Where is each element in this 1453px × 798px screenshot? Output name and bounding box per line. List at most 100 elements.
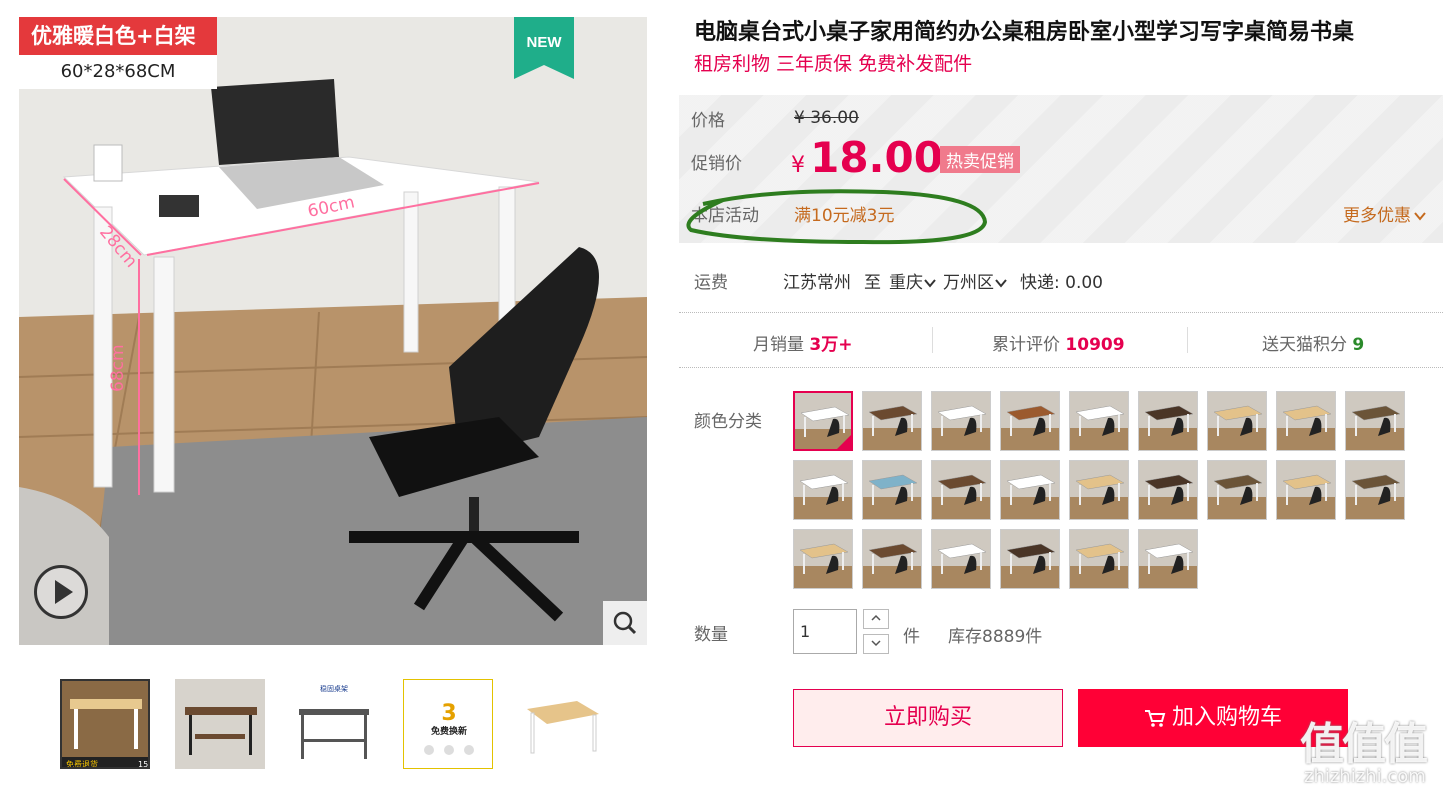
price-label: 价格 xyxy=(691,111,725,131)
watermark-logo: 值值值 xyxy=(1300,719,1428,770)
swatch-image xyxy=(932,461,990,519)
tmall-points: 送天猫积分 9 xyxy=(1262,330,1364,355)
monthly-sales-value: 3万+ xyxy=(809,335,853,355)
variant-size-tag: 60*28*68CM xyxy=(19,55,217,89)
check-icon xyxy=(837,435,851,449)
review-count-value: 10909 xyxy=(1065,335,1125,355)
thumbnail-1[interactable]: 免费退货 15 xyxy=(60,679,150,769)
color-swatch[interactable] xyxy=(1345,391,1405,451)
promo-price: ¥ 18.00 xyxy=(791,133,943,182)
shipping-to-word: 至 xyxy=(864,273,881,293)
color-swatch[interactable] xyxy=(1069,529,1129,589)
color-swatch[interactable] xyxy=(1345,460,1405,520)
color-swatch[interactable] xyxy=(862,529,922,589)
new-label: NEW xyxy=(527,34,563,51)
chevron-down-icon xyxy=(1414,212,1426,221)
cart-icon xyxy=(1144,710,1166,727)
color-swatch[interactable] xyxy=(931,460,991,520)
divider xyxy=(932,327,933,353)
color-swatch[interactable] xyxy=(862,391,922,451)
swatch-image xyxy=(863,530,921,588)
tmall-points-label: 送天猫积分 xyxy=(1262,335,1347,355)
thumbnail-strip: 免费退货 15 稳固桌架 3 免费换新 xyxy=(60,679,620,771)
quantity-decrease-button[interactable] xyxy=(863,634,889,654)
promo-price-label: 促销价 xyxy=(691,154,742,174)
swatch-image xyxy=(1001,461,1059,519)
color-swatch[interactable] xyxy=(1276,391,1336,451)
thumbnail-5-image xyxy=(517,679,607,769)
buy-now-button[interactable]: 立即购买 xyxy=(793,689,1063,747)
color-swatch[interactable] xyxy=(862,460,922,520)
color-swatch[interactable] xyxy=(1138,460,1198,520)
hot-sale-badge: 热卖促销 xyxy=(940,146,1020,173)
magnifier-icon xyxy=(613,611,637,635)
swatch-image xyxy=(794,461,852,519)
thumbnail-3-caption: 稳固桌架 xyxy=(320,684,348,693)
color-swatch[interactable] xyxy=(1000,460,1060,520)
color-swatch[interactable] xyxy=(931,391,991,451)
province-select[interactable]: 重庆 xyxy=(889,268,937,293)
original-price: ¥ 36.00 xyxy=(794,108,859,128)
swatch-image xyxy=(932,530,990,588)
quantity-increase-button[interactable] xyxy=(863,609,889,629)
review-count-link[interactable]: 累计评价 10909 xyxy=(992,330,1125,355)
swatch-image xyxy=(863,392,921,450)
chevron-down-icon xyxy=(995,279,1007,288)
quantity-label: 数量 xyxy=(694,625,728,645)
color-swatch[interactable] xyxy=(793,460,853,520)
swatch-image xyxy=(1139,530,1197,588)
quantity-input[interactable] xyxy=(793,609,857,654)
color-swatch[interactable] xyxy=(793,529,853,589)
monthly-sales: 月销量 3万+ xyxy=(753,330,852,355)
product-photo xyxy=(19,17,647,645)
color-swatch[interactable] xyxy=(1207,391,1267,451)
zoom-button[interactable] xyxy=(603,601,647,645)
swatch-image xyxy=(1139,392,1197,450)
thumbnail-4-image: 3 免费换新 xyxy=(404,680,492,768)
express-fee: 快递: 0.00 xyxy=(1020,273,1103,293)
color-swatch[interactable] xyxy=(1000,391,1060,451)
swatch-image xyxy=(1346,461,1404,519)
thumbnail-2[interactable] xyxy=(175,679,265,769)
thumbnail-1-image: 免费退货 15 xyxy=(62,681,148,769)
color-swatch[interactable] xyxy=(1069,391,1129,451)
product-title: 电脑桌台式小桌子家用简约办公桌租房卧室小型学习写字桌简易书桌 xyxy=(694,20,1355,45)
main-product-image[interactable]: 优雅暖白色+白架 60*28*68CM NEW 28cm 60cm 68cm xyxy=(19,17,647,645)
district-select[interactable]: 万州区 xyxy=(943,268,1008,293)
color-swatch[interactable] xyxy=(1207,460,1267,520)
review-count-label: 累计评价 xyxy=(992,335,1060,355)
more-deals-label: 更多优惠 xyxy=(1343,206,1411,226)
color-swatch[interactable] xyxy=(1276,460,1336,520)
swatch-image xyxy=(1208,392,1266,450)
variant-color-tag: 优雅暖白色+白架 xyxy=(19,17,217,55)
new-ribbon: NEW xyxy=(514,17,574,79)
thumbnail-1-caption: 免费退货 xyxy=(66,759,98,769)
color-swatch[interactable] xyxy=(931,529,991,589)
thumbnail-5[interactable] xyxy=(517,679,607,769)
play-video-button[interactable] xyxy=(34,565,88,619)
color-swatch[interactable] xyxy=(1138,529,1198,589)
swatch-image xyxy=(863,461,921,519)
swatch-image xyxy=(1070,530,1128,588)
thumbnail-3[interactable]: 稳固桌架 xyxy=(289,679,379,769)
chevron-up-icon xyxy=(871,614,881,621)
swatch-image xyxy=(1001,392,1059,450)
color-swatch[interactable] xyxy=(1000,529,1060,589)
swatch-image xyxy=(1277,392,1335,450)
district-label: 万州区 xyxy=(943,273,994,293)
product-subtitle: 租房利物 三年质保 免费补发配件 xyxy=(694,53,973,75)
swatch-image xyxy=(794,530,852,588)
color-swatch[interactable] xyxy=(1138,391,1198,451)
swatch-image xyxy=(1139,461,1197,519)
shipping-origin: 江苏常州 xyxy=(783,273,851,293)
color-swatch[interactable] xyxy=(793,391,853,451)
color-swatch[interactable] xyxy=(1069,460,1129,520)
thumbnail-4-caption: 免费换新 xyxy=(431,725,467,737)
promo-price-value: 18.00 xyxy=(810,133,943,182)
thumbnail-2-image xyxy=(175,679,265,769)
more-deals-link[interactable]: 更多优惠 xyxy=(1343,201,1427,226)
thumbnail-4[interactable]: 3 免费换新 xyxy=(403,679,493,769)
divider xyxy=(1187,327,1188,353)
province-label: 重庆 xyxy=(889,273,923,293)
chevron-down-icon xyxy=(871,640,881,647)
